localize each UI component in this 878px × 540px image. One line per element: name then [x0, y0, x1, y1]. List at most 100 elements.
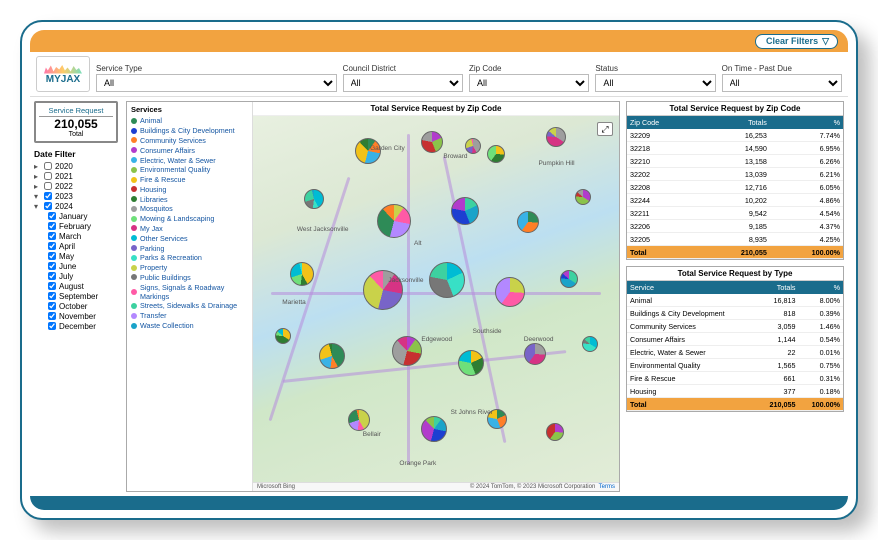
filter-council[interactable]: All — [343, 74, 463, 92]
year-checkbox[interactable] — [44, 162, 52, 170]
month-checkbox[interactable] — [48, 212, 56, 220]
legend-item[interactable]: Consumer Affairs — [131, 145, 248, 155]
month-checkbox[interactable] — [48, 242, 56, 250]
map-pie-marker[interactable] — [304, 189, 324, 209]
month-checkbox[interactable] — [48, 252, 56, 260]
table-row[interactable]: 3220213,0396.21% — [627, 168, 843, 181]
year-2024[interactable]: ▾2024 — [34, 201, 118, 211]
month-checkbox[interactable] — [48, 262, 56, 270]
map-focus-button[interactable]: ⤢ — [597, 122, 613, 136]
filter-status[interactable]: All — [595, 74, 715, 92]
year-checkbox[interactable] — [44, 172, 52, 180]
map-canvas[interactable]: ⤢ Garden CityJacksonvilleBrowardPumpkin … — [253, 116, 619, 482]
map-pie-marker[interactable] — [517, 211, 539, 233]
legend-item[interactable]: Buildings & City Development — [131, 126, 248, 136]
table-row[interactable]: Buildings & City Development8180.39% — [627, 307, 843, 320]
legend-item[interactable]: Waste Collection — [131, 321, 248, 331]
map-pie-marker[interactable] — [319, 343, 345, 369]
map-pie-marker[interactable] — [495, 277, 525, 307]
table-row[interactable]: 322058,9354.25% — [627, 233, 843, 246]
map-pie-marker[interactable] — [392, 336, 422, 366]
table-row[interactable]: Community Services3,0591.46% — [627, 320, 843, 333]
legend-item[interactable]: Fire & Rescue — [131, 175, 248, 185]
month-checkbox[interactable] — [48, 322, 56, 330]
th-svc-totals[interactable]: Totals — [757, 281, 798, 294]
month-july[interactable]: July — [34, 271, 118, 281]
month-june[interactable]: June — [34, 261, 118, 271]
month-checkbox[interactable] — [48, 232, 56, 240]
map-pie-marker[interactable] — [546, 127, 566, 147]
month-april[interactable]: April — [34, 241, 118, 251]
map-pie-marker[interactable] — [348, 409, 370, 431]
year-2022[interactable]: ▸2022 — [34, 181, 118, 191]
map-pie-marker[interactable] — [546, 423, 564, 441]
map-pie-marker[interactable] — [421, 416, 447, 442]
year-checkbox[interactable] — [44, 182, 52, 190]
month-september[interactable]: September — [34, 291, 118, 301]
legend-item[interactable]: Mosquitos — [131, 204, 248, 214]
map-pie-marker[interactable] — [524, 343, 546, 365]
month-checkbox[interactable] — [48, 312, 56, 320]
month-january[interactable]: January — [34, 211, 118, 221]
month-checkbox[interactable] — [48, 292, 56, 300]
table-row[interactable]: 3220916,2537.74% — [627, 129, 843, 142]
map-pie-marker[interactable] — [429, 262, 465, 298]
month-checkbox[interactable] — [48, 282, 56, 290]
year-checkbox[interactable] — [44, 202, 52, 210]
table-row[interactable]: Electric, Water & Sewer220.01% — [627, 346, 843, 359]
map-pie-marker[interactable] — [560, 270, 578, 288]
table-row[interactable]: 3221814,5906.95% — [627, 142, 843, 155]
map-pie-marker[interactable] — [458, 350, 484, 376]
legend-item[interactable]: Public Buildings — [131, 273, 248, 283]
legend-item[interactable]: Environmental Quality — [131, 165, 248, 175]
map-pie-marker[interactable] — [290, 262, 314, 286]
clear-filters-button[interactable]: Clear Filters ▽ — [755, 34, 838, 49]
legend-item[interactable]: Community Services — [131, 136, 248, 146]
legend-item[interactable]: Mowing & Landscaping — [131, 214, 248, 224]
legend-item[interactable]: Signs, Signals & Roadway Markings — [131, 282, 248, 301]
filter-zip[interactable]: All — [469, 74, 589, 92]
month-february[interactable]: February — [34, 221, 118, 231]
map-pie-marker[interactable] — [421, 131, 443, 153]
table-row[interactable]: 3224410,2024.86% — [627, 194, 843, 207]
legend-item[interactable]: Libraries — [131, 194, 248, 204]
legend-item[interactable]: Animal — [131, 116, 248, 126]
filter-ontime[interactable]: All — [722, 74, 842, 92]
year-2023[interactable]: ▾2023 — [34, 191, 118, 201]
table-row[interactable]: Animal16,8138.00% — [627, 294, 843, 307]
map-pie-marker[interactable] — [575, 189, 591, 205]
map-pie-marker[interactable] — [451, 197, 479, 225]
map-pie-marker[interactable] — [275, 328, 291, 344]
table-row[interactable]: 3220812,7166.05% — [627, 181, 843, 194]
table-row[interactable]: Housing3770.18% — [627, 385, 843, 398]
th-zip[interactable]: Zip Code — [627, 116, 702, 129]
map-pie-marker[interactable] — [363, 270, 403, 310]
year-2020[interactable]: ▸2020 — [34, 161, 118, 171]
legend-item[interactable]: Property — [131, 263, 248, 273]
map-terms-link[interactable]: Terms — [599, 484, 615, 490]
th-zip-totals[interactable]: Totals — [702, 116, 770, 129]
table-row[interactable]: 3221013,1586.26% — [627, 155, 843, 168]
table-row[interactable]: Fire & Rescue6610.31% — [627, 372, 843, 385]
legend-item[interactable]: Electric, Water & Sewer — [131, 155, 248, 165]
map-pie-marker[interactable] — [487, 145, 505, 163]
year-checkbox[interactable] — [44, 192, 52, 200]
month-checkbox[interactable] — [48, 302, 56, 310]
th-svc[interactable]: Service — [627, 281, 757, 294]
year-2021[interactable]: ▸2021 — [34, 171, 118, 181]
month-december[interactable]: December — [34, 321, 118, 331]
th-svc-pct[interactable]: % — [799, 281, 843, 294]
month-november[interactable]: November — [34, 311, 118, 321]
table-row[interactable]: Consumer Affairs1,1440.54% — [627, 333, 843, 346]
filter-service-type[interactable]: All — [96, 74, 337, 92]
month-march[interactable]: March — [34, 231, 118, 241]
map-pie-marker[interactable] — [465, 138, 481, 154]
legend-item[interactable]: Parking — [131, 243, 248, 253]
table-row[interactable]: Environmental Quality1,5650.75% — [627, 359, 843, 372]
month-checkbox[interactable] — [48, 222, 56, 230]
table-row[interactable]: 322119,5424.54% — [627, 207, 843, 220]
legend-item[interactable]: Parks & Recreation — [131, 253, 248, 263]
legend-item[interactable]: My Jax — [131, 224, 248, 234]
legend-item[interactable]: Transfer — [131, 311, 248, 321]
month-october[interactable]: October — [34, 301, 118, 311]
